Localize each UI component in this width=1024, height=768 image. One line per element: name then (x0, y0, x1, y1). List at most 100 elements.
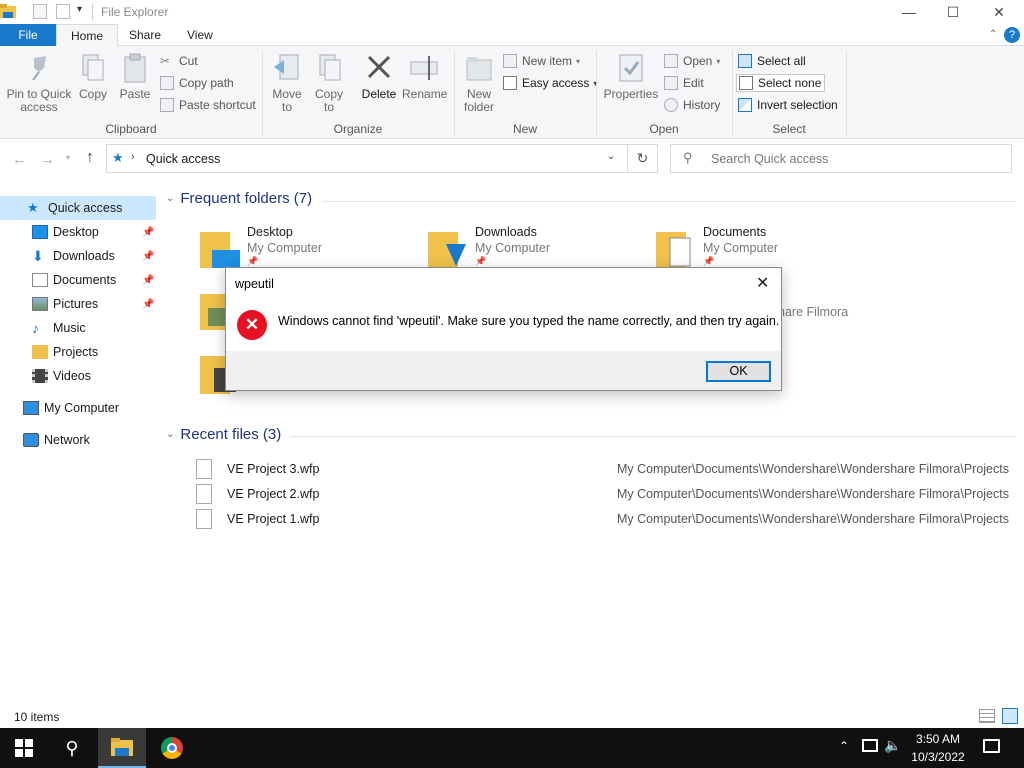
customize-quick-access-icon[interactable]: ▾ (77, 4, 82, 15)
delete-button[interactable]: Delete (358, 52, 400, 101)
network-tray-icon[interactable] (862, 739, 878, 752)
folder-location-partial: hare Filmora (778, 305, 849, 319)
properties-button[interactable]: Properties (602, 52, 660, 101)
refresh-icon[interactable]: ↻ (628, 144, 658, 173)
nav-quick-access[interactable]: ★ Quick access (0, 196, 156, 220)
nav-downloads[interactable]: ⬇ Downloads 📌 (0, 244, 156, 268)
paste-shortcut-icon (160, 98, 174, 112)
table-row[interactable]: VE Project 1.wfp My Computer\Documents\W… (196, 507, 1012, 531)
recent-files-header[interactable]: ⌄ Recent files (3) (166, 426, 281, 443)
breadcrumb-chevron-icon: › (131, 151, 135, 163)
tab-file[interactable]: File (0, 24, 56, 46)
pin-icon: 📌 (142, 298, 155, 310)
copy-path-button[interactable]: Copy path (160, 74, 234, 92)
history-icon (664, 98, 678, 112)
file-icon (196, 484, 212, 504)
scissors-icon: ✂ (160, 54, 171, 68)
folder-tile-downloads[interactable]: Downloads My Computer 📌 (428, 222, 628, 270)
cut-button[interactable]: ✂ Cut (160, 52, 198, 70)
select-all-button[interactable]: Select all (738, 52, 806, 70)
paste-button[interactable]: Paste (118, 52, 152, 101)
folder-name: Downloads (475, 225, 537, 239)
chrome-icon[interactable] (148, 728, 196, 768)
history-button[interactable]: History (664, 96, 720, 114)
nav-music[interactable]: ♪ Music (0, 316, 156, 340)
copy-path-icon (160, 76, 174, 90)
new-folder-quick-icon[interactable] (56, 4, 70, 19)
documents-icon (32, 273, 48, 287)
file-name: VE Project 3.wfp (227, 462, 320, 476)
search-input[interactable]: ⚲ Search Quick access (670, 144, 1012, 173)
close-button[interactable]: ✕ (976, 0, 1022, 24)
nav-documents[interactable]: Documents 📌 (0, 268, 156, 292)
forward-arrow-icon[interactable]: → (40, 151, 55, 168)
nav-desktop[interactable]: Desktop 📌 (0, 220, 156, 244)
copy-to-button[interactable]: Copy to (310, 52, 348, 114)
tab-view[interactable]: View (173, 24, 227, 46)
file-name: VE Project 2.wfp (227, 487, 320, 501)
dialog-close-icon[interactable]: ✕ (756, 273, 769, 293)
pin-icon: 📌 (142, 274, 155, 286)
folder-icon (32, 345, 48, 359)
new-folder-button[interactable]: New folder (458, 52, 500, 114)
recent-locations-icon[interactable]: ▾ (66, 153, 70, 162)
paste-icon (120, 52, 150, 84)
nav-videos[interactable]: Videos (0, 364, 156, 388)
frequent-folders-header[interactable]: ⌄ Frequent folders (7) (166, 190, 312, 207)
paste-shortcut-button[interactable]: Paste shortcut (160, 96, 256, 114)
clipboard-group-label: Clipboard (105, 122, 157, 136)
up-arrow-icon[interactable]: ↑ (86, 149, 94, 167)
folder-tile-desktop[interactable]: Desktop My Computer 📌 (200, 222, 400, 270)
help-icon[interactable]: ? (1004, 27, 1020, 43)
pin-to-quick-access-button[interactable]: Pin to Quick access (4, 52, 74, 114)
details-view-icon[interactable] (979, 709, 995, 723)
move-to-button[interactable]: Move to (268, 52, 306, 114)
dialog-title: wpeutil (235, 277, 274, 291)
folder-app-icon (0, 4, 16, 18)
invert-selection-button[interactable]: Invert selection (738, 96, 838, 114)
desktop-icon (32, 225, 48, 239)
nav-projects[interactable]: Projects (0, 340, 156, 364)
nav-pictures[interactable]: Pictures 📌 (0, 292, 156, 316)
file-explorer-taskbar-icon[interactable] (98, 728, 146, 768)
breadcrumb-quick-access[interactable]: Quick access (146, 152, 220, 166)
invert-selection-icon (738, 98, 752, 112)
notifications-icon[interactable] (983, 739, 1000, 753)
show-hidden-icons-icon[interactable]: ⌃ (839, 739, 849, 753)
nav-network[interactable]: Network (0, 428, 156, 452)
folder-tile-documents[interactable]: Documents My Computer 📌 (656, 222, 856, 270)
nav-my-computer[interactable]: My Computer (0, 396, 156, 420)
maximize-button[interactable]: ☐ (930, 0, 976, 24)
clock-time[interactable]: 3:50 AM (906, 732, 970, 746)
table-row[interactable]: VE Project 3.wfp My Computer\Documents\W… (196, 457, 1012, 481)
ok-button[interactable]: OK (706, 361, 771, 382)
tab-share[interactable]: Share (115, 24, 175, 46)
pictures-folder-icon[interactable] (200, 294, 226, 330)
clock-date[interactable]: 10/3/2022 (906, 750, 970, 764)
file-path: My Computer\Documents\Wondershare\Wonder… (616, 462, 1009, 476)
table-row[interactable]: VE Project 2.wfp My Computer\Documents\W… (196, 482, 1012, 506)
download-arrow-icon: ⬇ (32, 248, 44, 264)
select-none-button[interactable]: Select none (736, 74, 826, 92)
open-button[interactable]: Open ▾ (664, 52, 720, 70)
copy-button[interactable]: Copy (76, 52, 110, 101)
collapse-ribbon-icon[interactable]: ⌃ (989, 29, 997, 40)
address-dropdown-icon[interactable]: ⌄ (607, 151, 615, 162)
search-icon[interactable]: ⚲ (48, 728, 96, 768)
new-item-button[interactable]: New item ▾ (503, 52, 580, 70)
file-path: My Computer\Documents\Wondershare\Wonder… (616, 512, 1009, 526)
back-arrow-icon[interactable]: ← (12, 151, 27, 168)
address-bar[interactable]: ★ › Quick access ⌄ (106, 144, 628, 173)
rename-button[interactable]: Rename (402, 52, 447, 101)
large-icons-view-icon[interactable] (1002, 708, 1018, 724)
volume-icon[interactable]: 🔈 (884, 737, 901, 754)
status-bar: 10 items (0, 706, 1024, 728)
network-icon (23, 433, 39, 447)
minimize-button[interactable]: — (886, 0, 932, 24)
file-name: VE Project 1.wfp (227, 512, 320, 526)
tab-home[interactable]: Home (56, 24, 119, 47)
easy-access-button[interactable]: Easy access▾ (503, 74, 597, 92)
properties-quick-icon[interactable] (33, 4, 47, 19)
windows-start-icon[interactable] (0, 728, 48, 768)
edit-button[interactable]: Edit (664, 74, 704, 92)
